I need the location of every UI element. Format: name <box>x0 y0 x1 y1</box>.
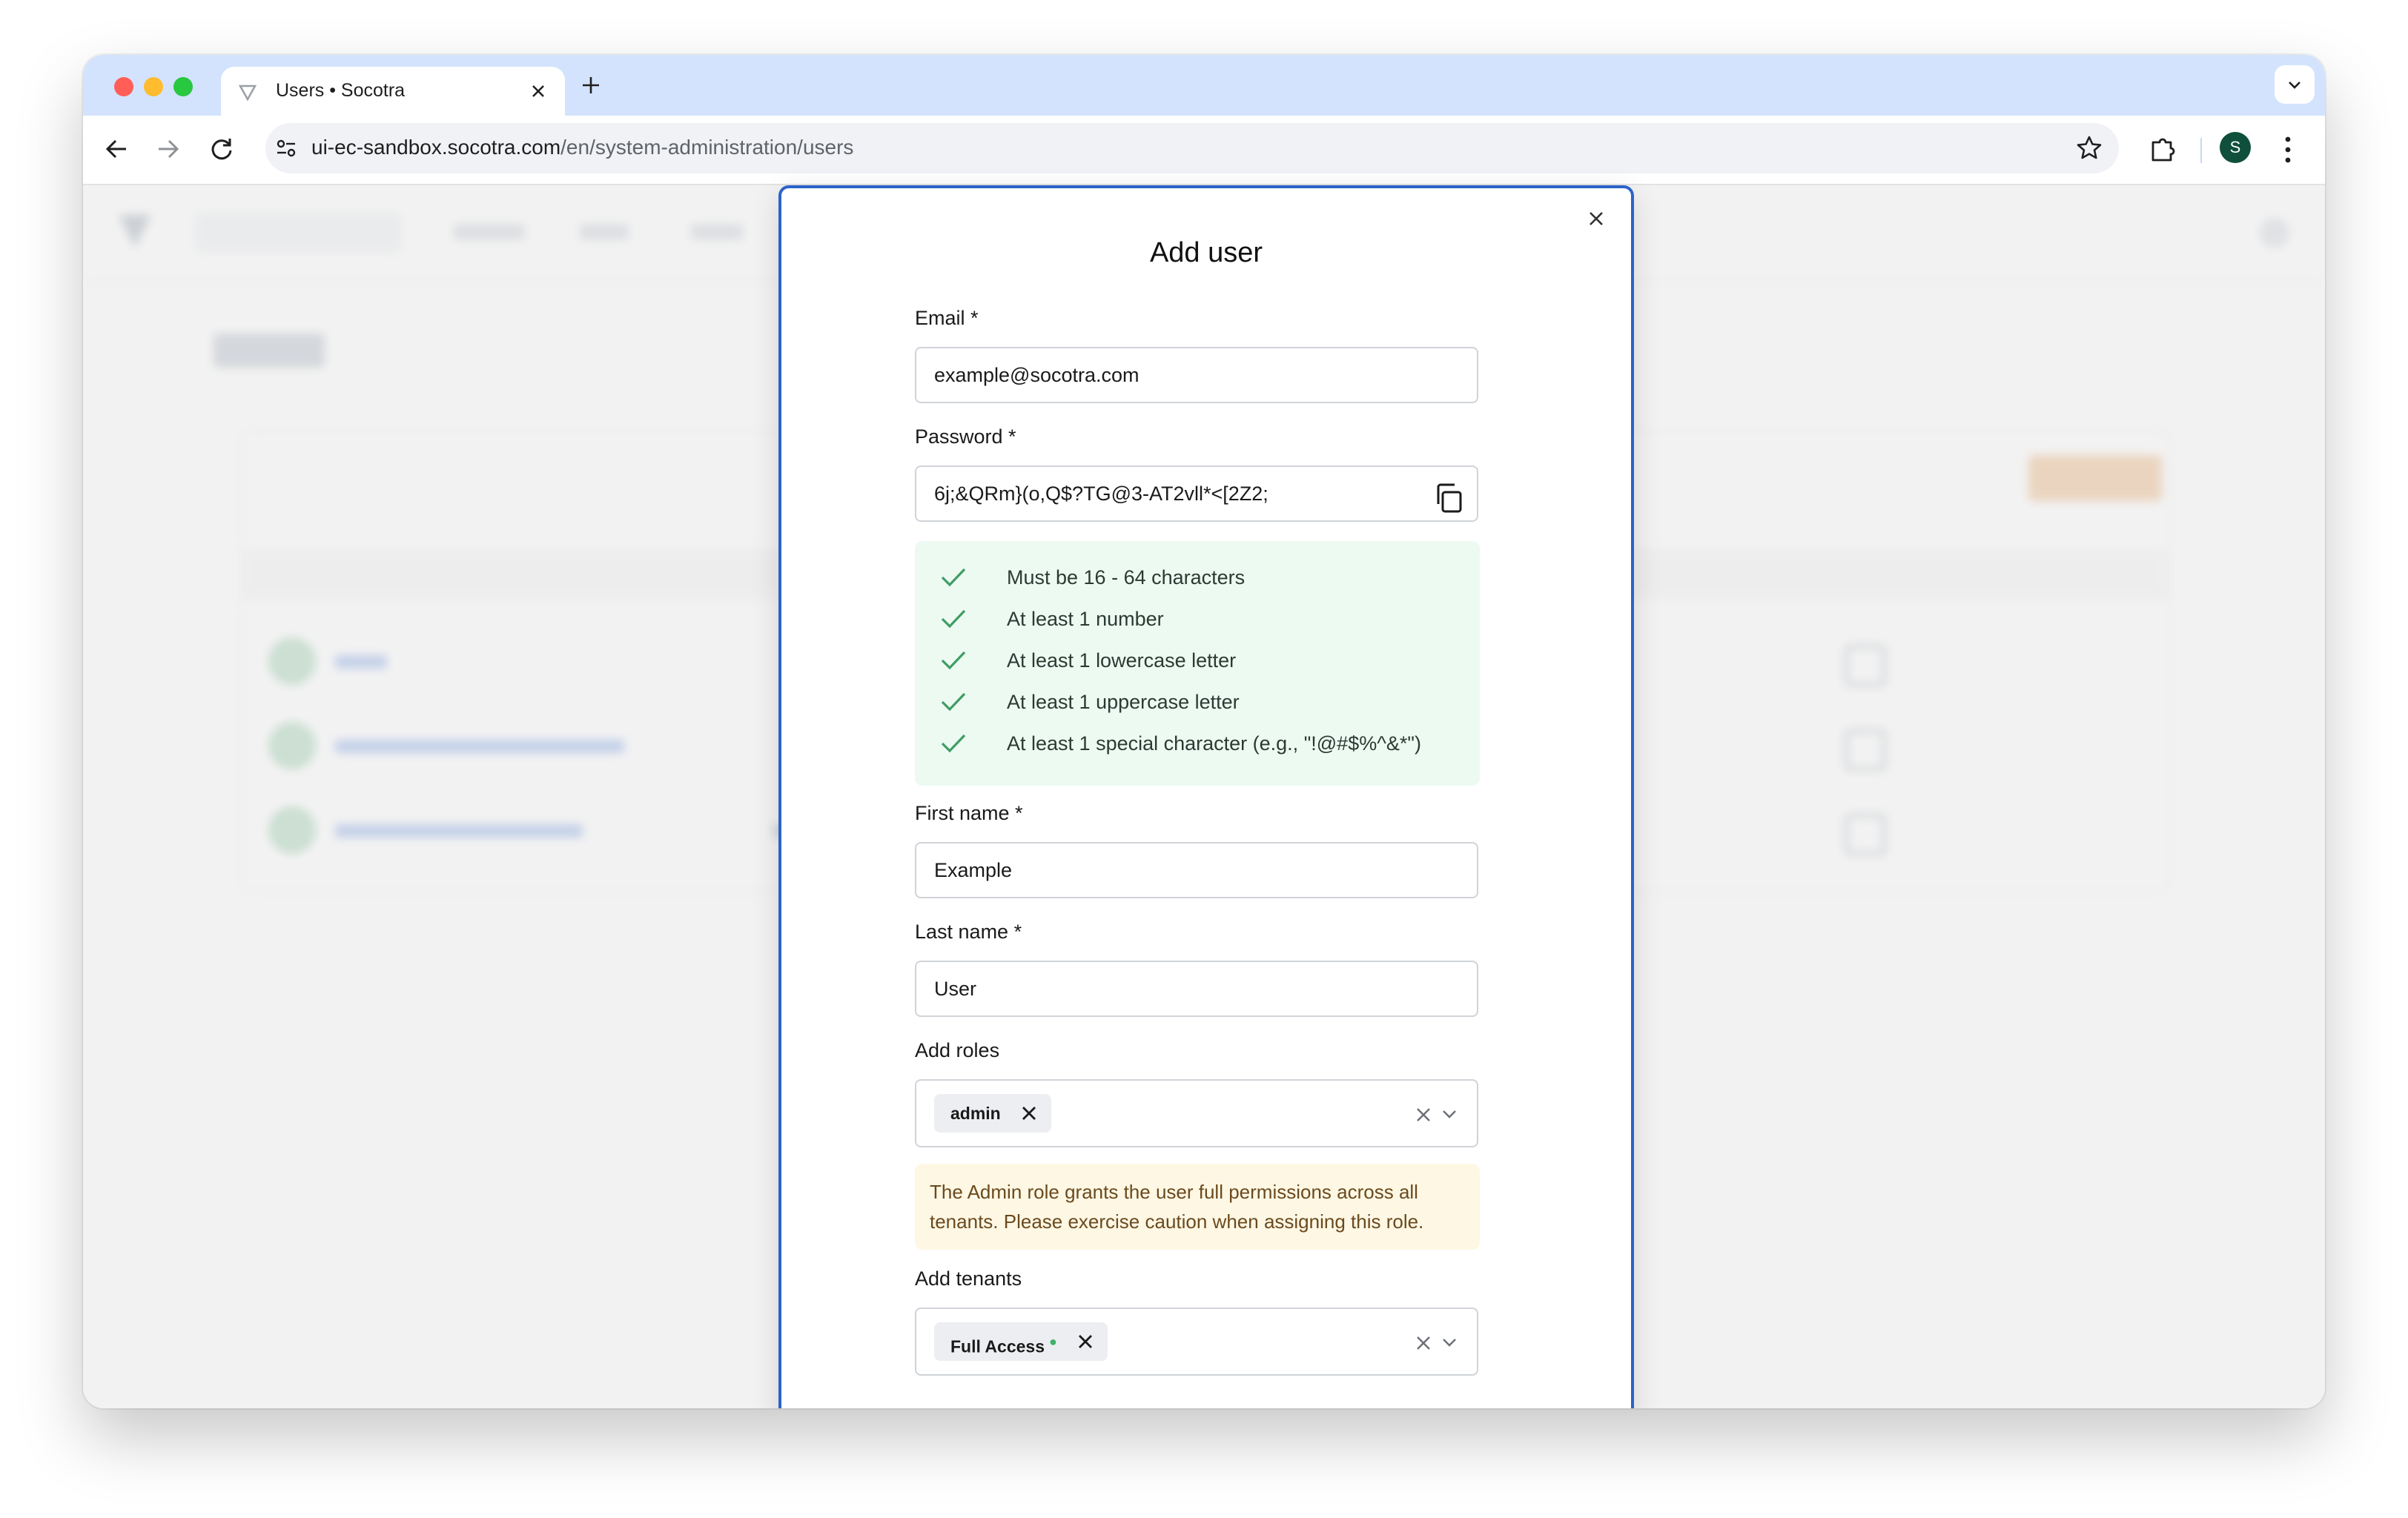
minimize-window-button[interactable] <box>144 77 163 96</box>
tenant-chip-full-access: Full Access ● <box>934 1322 1108 1361</box>
email-label: Email * <box>915 307 979 329</box>
first-name-label: First name * <box>915 802 1023 824</box>
add-user-modal: Add user Email * Password * Must be 16 -… <box>778 185 1634 1408</box>
chevron-down-icon[interactable] <box>1441 1107 1458 1121</box>
clear-selection-icon[interactable] <box>1415 1334 1432 1352</box>
status-dot: ● <box>1048 1334 1057 1349</box>
page-content: Add user Email * Password * Must be 16 -… <box>83 185 2325 1408</box>
reload-icon[interactable] <box>205 132 239 166</box>
copy-icon[interactable] <box>1431 480 1466 516</box>
admin-role-warning: The Admin role grants the user full perm… <box>915 1164 1480 1250</box>
close-tab-icon[interactable] <box>528 81 549 102</box>
tab-title: Users • Socotra <box>276 80 406 101</box>
close-icon[interactable] <box>1584 206 1609 231</box>
password-field[interactable] <box>915 465 1478 522</box>
check-icon <box>941 609 966 629</box>
url-text: ui-ec-sandbox.socotra.com/en/system-admi… <box>311 136 854 159</box>
chevron-down-icon[interactable] <box>1441 1336 1458 1349</box>
check-icon <box>941 651 966 670</box>
zoom-window-button[interactable] <box>173 77 193 96</box>
chevron-down-icon <box>2289 82 2300 89</box>
tab-search-button[interactable] <box>2275 65 2315 104</box>
profile-avatar[interactable]: S <box>2220 132 2251 163</box>
check-icon <box>941 734 966 753</box>
modal-title: Add user <box>1149 237 1263 268</box>
address-bar[interactable]: ui-ec-sandbox.socotra.com/en/system-admi… <box>265 123 2119 173</box>
roles-label: Add roles <box>915 1039 1000 1061</box>
check-icon <box>941 568 966 587</box>
bookmark-star-icon[interactable] <box>2074 133 2104 163</box>
close-window-button[interactable] <box>114 77 133 96</box>
socotra-favicon-icon <box>238 84 257 102</box>
first-name-field[interactable] <box>915 842 1478 898</box>
tab-strip: Users • Socotra <box>83 55 2325 116</box>
extensions-puzzle-icon[interactable] <box>2147 133 2180 166</box>
browser-toolbar: ui-ec-sandbox.socotra.com/en/system-admi… <box>83 116 2325 185</box>
browser-window: Users • Socotra ui-ec-sandbox.socotra.co… <box>83 55 2325 1408</box>
forward-arrow-icon[interactable] <box>151 132 185 166</box>
last-name-field[interactable] <box>915 961 1478 1017</box>
remove-chip-icon[interactable] <box>1076 1333 1094 1350</box>
roles-select[interactable]: admin <box>915 1079 1478 1147</box>
password-label: Password * <box>915 425 1016 448</box>
toolbar-separator <box>2200 138 2202 163</box>
tenants-select[interactable]: Full Access ● <box>915 1307 1478 1376</box>
clear-selection-icon[interactable] <box>1415 1106 1432 1124</box>
tenants-label: Add tenants <box>915 1267 1022 1290</box>
remove-chip-icon[interactable] <box>1020 1104 1038 1122</box>
back-arrow-icon[interactable] <box>99 132 133 166</box>
role-chip-admin: admin <box>934 1094 1051 1133</box>
new-tab-icon[interactable] <box>580 74 602 96</box>
password-requirements: Must be 16 - 64 characters At least 1 nu… <box>915 541 1480 786</box>
site-settings-icon[interactable] <box>273 135 300 162</box>
email-field[interactable] <box>915 347 1478 403</box>
last-name-label: Last name * <box>915 921 1022 943</box>
check-icon <box>941 692 966 712</box>
browser-tab-active[interactable]: Users • Socotra <box>221 67 565 116</box>
more-vertical-icon[interactable] <box>2282 133 2294 166</box>
